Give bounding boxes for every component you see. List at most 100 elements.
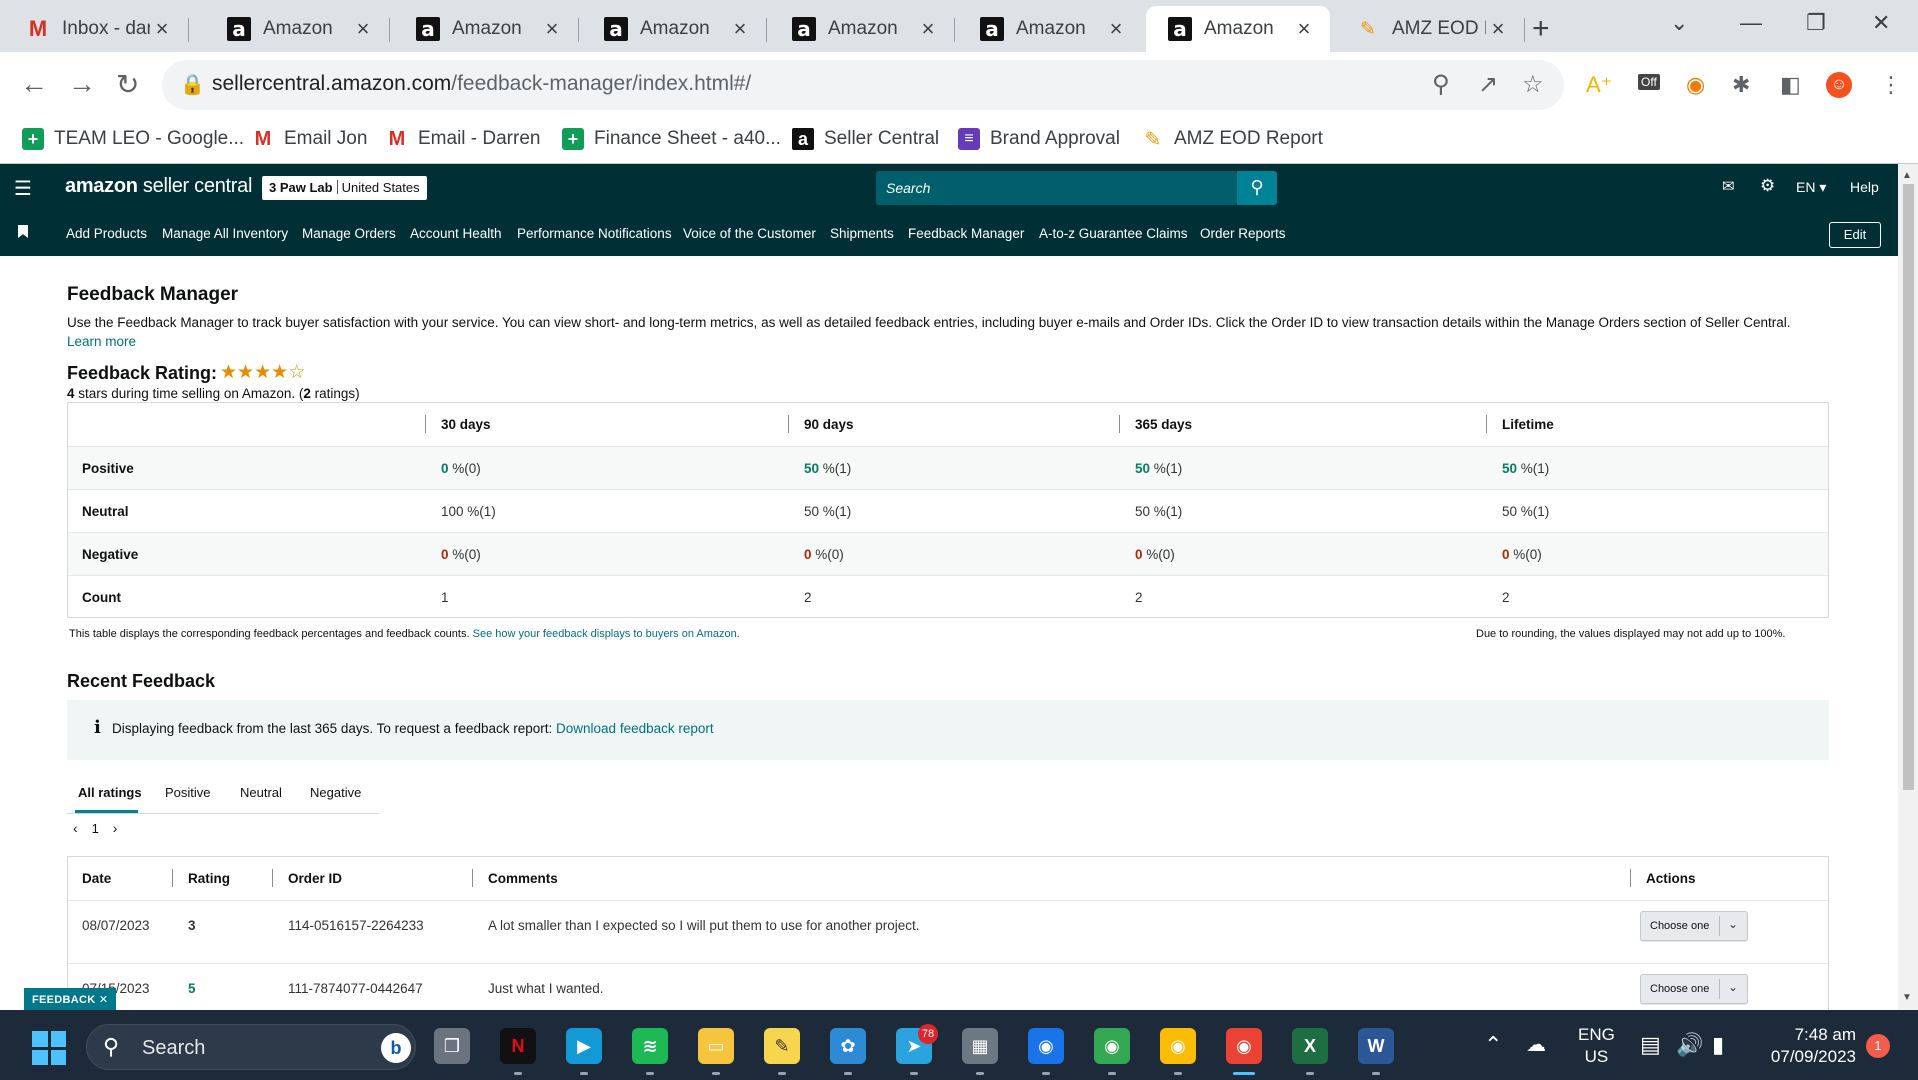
bookmark-5[interactable]: a Seller Central [792, 128, 939, 150]
learn-more-link[interactable]: Learn more [67, 334, 136, 349]
taskbar-search-input[interactable]: ⚲ Search b [86, 1024, 416, 1070]
chrome-icon-1[interactable]: ◉ [1028, 1028, 1064, 1064]
chrome-icon-2[interactable]: ◉ [1094, 1028, 1130, 1064]
page-number[interactable]: 1 [92, 821, 99, 836]
search-input[interactable]: Search [876, 171, 1237, 205]
action-dropdown[interactable]: Choose one ⌄ [1640, 974, 1748, 1004]
mail-icon[interactable]: ✉ [1722, 177, 1735, 195]
gear-icon[interactable]: ⚙ [1760, 176, 1775, 196]
close-tab-icon[interactable]: × [1104, 16, 1128, 42]
hamburger-menu-icon[interactable]: ☰ [14, 176, 32, 201]
profile-avatar[interactable]: ☺ [1826, 72, 1852, 98]
nav-item-performance-notifications[interactable]: Performance Notifications [517, 226, 672, 241]
close-tab-icon[interactable]: × [150, 16, 174, 42]
edit-nav-button[interactable]: Edit [1829, 222, 1881, 248]
new-tab-button[interactable]: + [1532, 12, 1550, 46]
url-text[interactable]: sellercentral.amazon.com/feedback-manage… [212, 72, 751, 96]
bookmark-star-icon[interactable]: ☆ [1522, 70, 1544, 99]
browser-tab-6[interactable]: a Amazon × [958, 6, 1142, 52]
search-button[interactable]: ⚲ [1237, 171, 1277, 205]
nav-item-add-products[interactable]: Add Products [66, 226, 147, 241]
side-panel-icon[interactable]: ◧ [1780, 72, 1801, 98]
file-explorer-icon[interactable]: ▭ [698, 1028, 734, 1064]
battery-icon[interactable]: ▮ [1712, 1032, 1724, 1058]
language-indicator[interactable]: ENG US [1578, 1024, 1615, 1068]
browser-tab-7[interactable]: a Amazon × [1146, 6, 1330, 52]
order-id-link[interactable]: 114-0516157-2264233 [288, 918, 424, 933]
scroll-down-arrow-icon[interactable]: ▼ [1902, 992, 1912, 1003]
chrome-icon-4[interactable]: ◉ [1226, 1028, 1262, 1064]
order-id-link[interactable]: 111-7874077-0442647 [288, 981, 423, 996]
browser-tab-3[interactable]: a Amazon × [394, 6, 579, 52]
seller-central-logo[interactable]: amazon seller central [65, 175, 252, 198]
onedrive-icon[interactable]: ☁ [1526, 1032, 1546, 1057]
off-extension-icon[interactable]: Off [1638, 74, 1660, 90]
close-tab-icon[interactable]: × [540, 16, 564, 42]
action-dropdown[interactable]: Choose one ⌄ [1640, 911, 1748, 941]
browser-tab-4[interactable]: a Amazon × [582, 6, 767, 52]
buyer-display-link[interactable]: See how your feedback displays to buyers… [473, 628, 740, 640]
task-view-icon[interactable]: ❐ [434, 1028, 470, 1064]
language-selector[interactable]: EN ▾ [1796, 179, 1826, 196]
tab-negative[interactable]: Negative [310, 785, 361, 800]
nav-item-manage-all-inventory[interactable]: Manage All Inventory [162, 226, 288, 241]
browser-tab-8[interactable]: ✎ AMZ EOD R× [1334, 6, 1525, 52]
bing-icon[interactable]: b [381, 1033, 411, 1063]
sticky-notes-icon[interactable]: ✎ [764, 1028, 800, 1064]
chrome-icon-3[interactable]: ◉ [1160, 1028, 1196, 1064]
volume-icon[interactable]: 🔊 [1676, 1032, 1703, 1058]
bookmark-3[interactable]: M Email - Darren [386, 128, 541, 150]
download-report-link[interactable]: Download feedback report [556, 721, 714, 736]
windows-start-icon[interactable] [32, 1031, 66, 1065]
nav-item-feedback-manager[interactable]: Feedback Manager [908, 226, 1024, 241]
netflix-icon[interactable]: N [500, 1028, 536, 1064]
close-tab-icon[interactable]: × [351, 16, 375, 42]
notification-badge[interactable]: 1 [1866, 1034, 1890, 1058]
close-tab-icon[interactable]: × [728, 16, 752, 42]
browser-tab-1[interactable]: M Inbox - dar × [4, 6, 189, 52]
close-tab-icon[interactable]: × [1486, 16, 1510, 42]
back-arrow-icon[interactable]: ← [20, 68, 48, 100]
tab-neutral[interactable]: Neutral [240, 785, 282, 800]
nav-item-shipments[interactable]: Shipments [830, 226, 894, 241]
network-icon[interactable]: ▤ [1640, 1032, 1661, 1058]
scroll-up-arrow-icon[interactable]: ▲ [1902, 170, 1912, 181]
tab-all-ratings[interactable]: All ratings [78, 785, 142, 800]
restore-icon[interactable]: ❐ [1806, 10, 1826, 36]
spotify-icon[interactable]: ≋ [632, 1028, 668, 1064]
browser-tab-5[interactable]: a Amazon × [770, 6, 955, 52]
prime-video-icon[interactable]: ▶ [566, 1028, 602, 1064]
next-page-chevron-icon[interactable]: › [113, 820, 118, 836]
help-link[interactable]: Help [1850, 179, 1879, 195]
calculator-icon[interactable]: ▦ [962, 1028, 998, 1064]
scout-extension-icon[interactable]: A⁺ [1586, 72, 1612, 98]
tray-chevron-icon[interactable]: ⌃ [1484, 1032, 1502, 1058]
close-window-icon[interactable]: ✕ [1872, 10, 1890, 36]
close-tab-icon[interactable]: × [916, 16, 940, 42]
browser-tab-2[interactable]: a Amazon × [205, 6, 390, 52]
feedback-widget-tab[interactable]: FEEDBACK ✕ [24, 988, 117, 1010]
extensions-puzzle-icon[interactable]: ✱ [1732, 72, 1750, 98]
clock[interactable]: 7:48 am 07/09/2023 [1760, 1024, 1856, 1068]
bookmark-icon[interactable] [18, 225, 28, 238]
tab-positive[interactable]: Positive [165, 785, 211, 800]
nav-item-voice-of-the-customer[interactable]: Voice of the Customer [683, 226, 816, 241]
prev-page-chevron-icon[interactable]: ‹ [73, 820, 78, 836]
minimize-icon[interactable]: — [1740, 10, 1762, 36]
firefox-extension-icon[interactable]: ◉ [1686, 72, 1705, 98]
nav-item-order-reports[interactable]: Order Reports [1200, 226, 1286, 241]
store-selector[interactable]: 3 Paw Lab United States [262, 176, 427, 200]
paint-icon[interactable]: ✿ [830, 1028, 866, 1064]
zoom-icon[interactable]: ⚲ [1432, 70, 1450, 99]
scrollbar-thumb[interactable] [1903, 184, 1914, 790]
reload-icon[interactable]: ↻ [116, 68, 139, 101]
close-tab-icon[interactable]: × [1292, 16, 1316, 42]
bookmark-4[interactable]: + Finance Sheet - a40... [562, 128, 781, 150]
excel-icon[interactable]: X [1292, 1028, 1328, 1064]
bookmark-6[interactable]: ≡ Brand Approval [958, 128, 1120, 150]
nav-item-account-health[interactable]: Account Health [410, 226, 502, 241]
lock-icon[interactable]: 🔒 [180, 72, 205, 97]
address-bar[interactable]: 🔒 sellercentral.amazon.com/feedback-mana… [162, 60, 1564, 110]
bookmark-1[interactable]: + TEAM LEO - Google... [22, 128, 244, 150]
word-icon[interactable]: W [1358, 1028, 1394, 1064]
